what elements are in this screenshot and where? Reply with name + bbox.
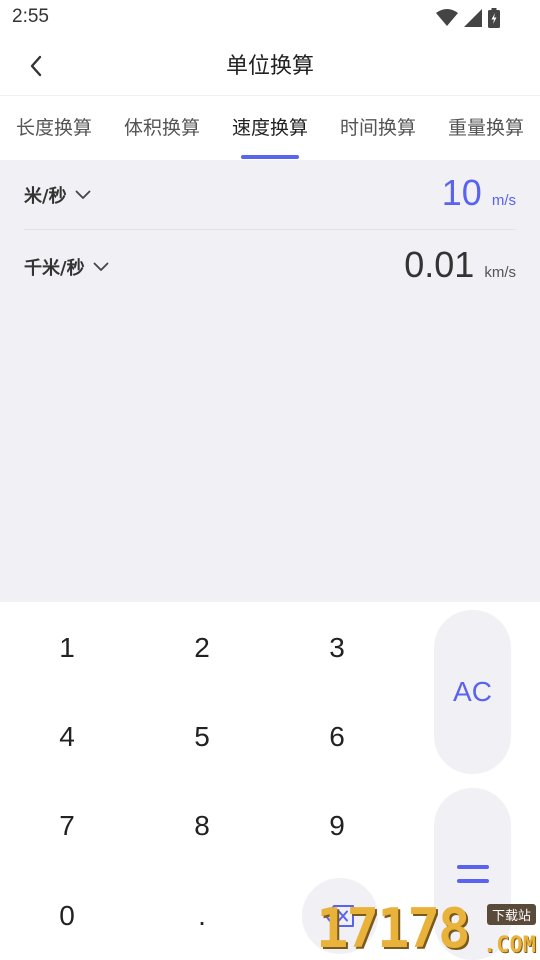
battery-icon <box>488 8 500 28</box>
to-unit-select[interactable]: 千米/秒 <box>24 254 109 280</box>
key-6[interactable]: 6 <box>292 707 382 767</box>
key-decimal[interactable]: . <box>157 886 247 946</box>
status-icons <box>436 7 500 29</box>
tab-volume[interactable]: 体积换算 <box>108 113 216 140</box>
key-5[interactable]: 5 <box>157 707 247 767</box>
watermark-suffix: .COM <box>483 933 536 958</box>
status-time: 2:55 <box>12 6 49 27</box>
to-row[interactable]: 千米/秒 0.01 km/s <box>24 232 516 302</box>
from-value-wrap: 10 m/s <box>442 172 516 214</box>
key-2[interactable]: 2 <box>157 618 247 678</box>
signal-icon <box>464 9 482 27</box>
from-row[interactable]: 米/秒 10 m/s <box>24 160 516 230</box>
clear-button[interactable]: AC <box>434 610 511 774</box>
key-7[interactable]: 7 <box>22 796 112 856</box>
watermark-badge: 下载站 <box>486 904 536 925</box>
status-bar: 2:55 <box>0 0 540 36</box>
to-value-wrap: 0.01 km/s <box>404 244 516 286</box>
watermark-digits: 17178 <box>316 897 471 960</box>
key-1[interactable]: 1 <box>22 618 112 678</box>
from-value: 10 <box>441 172 482 213</box>
key-0[interactable]: 0 <box>22 886 112 946</box>
wifi-icon <box>436 9 458 26</box>
to-value: 0.01 <box>404 244 475 285</box>
key-8[interactable]: 8 <box>157 796 247 856</box>
from-unit-select[interactable]: 米/秒 <box>24 182 91 208</box>
conversion-panel: 米/秒 10 m/s 千米/秒 0.01 km/s <box>0 160 540 602</box>
active-tab-indicator <box>241 155 299 159</box>
key-3[interactable]: 3 <box>292 618 382 678</box>
tab-length[interactable]: 长度换算 <box>0 113 108 140</box>
equals-icon <box>456 865 489 883</box>
tab-bar: 长度换算 体积换算 速度换算 时间换算 重量换算 <box>0 97 540 160</box>
watermark-logo: 17178 下载站 .COM <box>316 898 540 960</box>
page-title: 单位换算 <box>225 54 314 79</box>
tab-time[interactable]: 时间换算 <box>324 113 432 140</box>
to-unit-abbr: km/s <box>484 264 516 281</box>
key-4[interactable]: 4 <box>22 707 112 767</box>
chevron-down-icon <box>75 190 90 199</box>
from-unit-label: 米/秒 <box>24 186 67 207</box>
chevron-down-icon <box>93 262 108 271</box>
tab-speed[interactable]: 速度换算 <box>216 113 324 140</box>
to-unit-label: 千米/秒 <box>24 258 85 279</box>
tab-weight[interactable]: 重量换算 <box>432 113 540 140</box>
app-header: 单位换算 <box>0 36 540 96</box>
from-unit-abbr: m/s <box>491 192 516 209</box>
key-9[interactable]: 9 <box>292 796 382 856</box>
